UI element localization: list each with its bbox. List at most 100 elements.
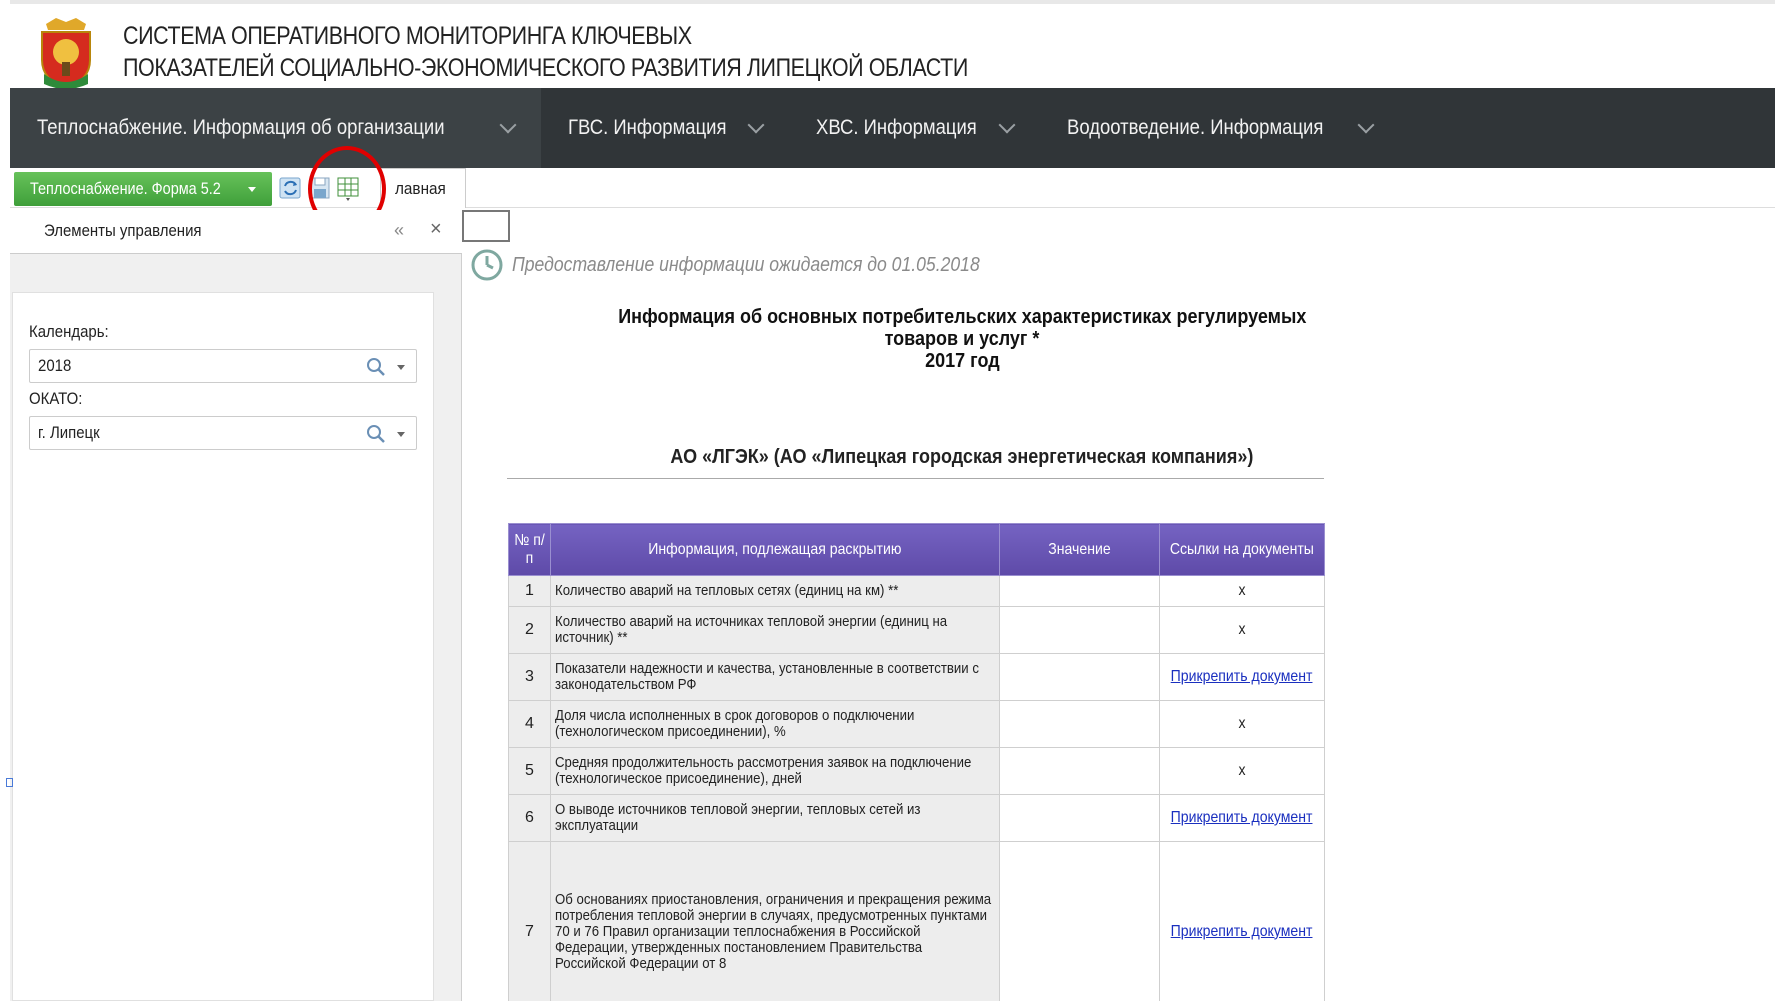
okato-label: ОКАТО: bbox=[29, 389, 83, 408]
column-header-number: № п/п bbox=[508, 523, 551, 576]
column-header-documents: Ссылки на документы bbox=[1159, 523, 1325, 576]
table-row: 3 Показатели надежности и качества, уста… bbox=[508, 653, 1325, 701]
heading-text: Информация об основных потребительских х… bbox=[617, 306, 1307, 328]
table-row: 1 Количество аварий на тепловых сетях (е… bbox=[508, 575, 1325, 607]
table-row: 6 О выводе источников тепловой энергии, … bbox=[508, 794, 1325, 842]
main-content: Предоставление информации ожидается до 0… bbox=[462, 208, 1775, 1001]
org-name-text: АО «ЛГЭК» (АО «Липецкая городская энерге… bbox=[670, 446, 1254, 468]
row-number: 7 bbox=[508, 841, 551, 1001]
table-row: 7 Об основаниях приостановления, огранич… bbox=[508, 841, 1325, 1001]
app-title-line-2: ПОКАЗАТЕЛЕЙ СОЦИАЛЬНО-ЭКОНОМИЧЕСКОГО РАЗ… bbox=[123, 54, 968, 82]
coat-of-arms-icon bbox=[41, 18, 91, 90]
search-icon[interactable] bbox=[366, 357, 386, 377]
dropdown-arrow-icon[interactable] bbox=[397, 432, 405, 437]
app-title-line-1: СИСТЕМА ОПЕРАТИВНОГО МОНИТОРИНГА КЛЮЧЕВЫ… bbox=[123, 22, 692, 50]
attach-document-link[interactable]: Прикрепить документ bbox=[1171, 809, 1313, 827]
nav-item-wastewater-info[interactable]: Водоотведение. Информация bbox=[1040, 88, 1399, 168]
row-value-cell[interactable] bbox=[999, 841, 1161, 1001]
row-documents-cell: Прикрепить документ bbox=[1159, 653, 1325, 701]
caret-down-icon bbox=[248, 187, 256, 192]
dropdown-arrow-icon[interactable] bbox=[397, 365, 405, 370]
chevron-down-icon bbox=[499, 116, 517, 134]
form-selector-dropdown[interactable]: Теплоснабжение. Форма 5.2 bbox=[14, 172, 272, 206]
row-value-cell[interactable] bbox=[999, 747, 1161, 795]
chevron-down-icon bbox=[1357, 116, 1375, 134]
column-header-value: Значение bbox=[999, 523, 1161, 576]
table-row: 2 Количество аварий на источниках теплов… bbox=[508, 606, 1325, 654]
row-info: О выводе источников тепловой энергии, те… bbox=[549, 794, 1001, 842]
row-info: Доля числа исполненных в срок договоров … bbox=[549, 700, 1001, 748]
not-applicable-mark: x bbox=[1238, 582, 1246, 599]
tab-main-label: лавная bbox=[395, 178, 446, 198]
row-documents-cell: x bbox=[1159, 747, 1325, 795]
row-value-cell[interactable] bbox=[999, 794, 1161, 842]
attach-document-link[interactable]: Прикрепить документ bbox=[1171, 923, 1313, 941]
row-documents-cell: Прикрепить документ bbox=[1159, 841, 1325, 1001]
calendar-field[interactable]: 2018 bbox=[29, 349, 417, 383]
column-header-info: Информация, подлежащая раскрытию bbox=[549, 523, 1001, 576]
nav-item-label: Водоотведение. Информация bbox=[1066, 116, 1324, 139]
app-header: СИСТЕМА ОПЕРАТИВНОГО МОНИТОРИНГА КЛЮЧЕВЫ… bbox=[10, 0, 1775, 90]
table-row: 5 Средняя продолжительность рассмотрения… bbox=[508, 747, 1325, 795]
row-value-cell[interactable] bbox=[999, 575, 1161, 607]
nav-item-label: Теплоснабжение. Информация об организаци… bbox=[37, 116, 445, 139]
not-applicable-mark: x bbox=[1238, 762, 1246, 779]
row-value-cell[interactable] bbox=[999, 606, 1161, 654]
report-heading-year: 2017 год bbox=[462, 350, 1462, 373]
tab-main[interactable]: лавная bbox=[380, 168, 466, 208]
nav-item-hot-water-info[interactable]: ГВС. Информация bbox=[541, 88, 789, 168]
controls-panel-body: Календарь: 2018 ОКАТО: г. Липецк bbox=[12, 292, 434, 1001]
row-number: 1 bbox=[508, 575, 551, 607]
nav-item-label: ХВС. Информация bbox=[816, 116, 978, 139]
heading-text: 2017 год bbox=[924, 350, 1000, 372]
row-value-cell[interactable] bbox=[999, 653, 1161, 701]
not-applicable-mark: x bbox=[1238, 621, 1246, 638]
search-icon[interactable] bbox=[366, 424, 386, 444]
controls-panel: Элементы управления « × Календарь: 2018 … bbox=[10, 210, 462, 1001]
okato-field[interactable]: г. Липецк bbox=[29, 416, 417, 450]
calendar-label: Календарь: bbox=[29, 322, 109, 341]
close-panel-icon[interactable]: × bbox=[430, 218, 442, 241]
row-number: 5 bbox=[508, 747, 551, 795]
refresh-icon[interactable] bbox=[278, 174, 304, 202]
row-documents-cell: x bbox=[1159, 606, 1325, 654]
row-documents-cell: Прикрепить документ bbox=[1159, 794, 1325, 842]
not-applicable-mark: x bbox=[1238, 715, 1246, 732]
attach-document-link[interactable]: Прикрепить документ bbox=[1171, 668, 1313, 686]
row-info: Количество аварий на тепловых сетях (еди… bbox=[549, 575, 1001, 607]
nav-item-label: ГВС. Информация bbox=[568, 116, 727, 139]
row-info: Количество аварий на источниках тепловой… bbox=[549, 606, 1001, 654]
collapse-panel-icon[interactable]: « bbox=[394, 220, 404, 241]
splitter-handle[interactable] bbox=[6, 778, 13, 787]
row-info: Об основаниях приостановления, ограничен… bbox=[549, 841, 1001, 1001]
nav-item-cold-water-info[interactable]: ХВС. Информация bbox=[789, 88, 1040, 168]
nav-item-heat-supply-org-info[interactable]: Теплоснабжение. Информация об организаци… bbox=[10, 88, 542, 168]
row-info: Средняя продолжительность рассмотрения з… bbox=[549, 747, 1001, 795]
row-number: 3 bbox=[508, 653, 551, 701]
controls-panel-title: Элементы управления bbox=[44, 221, 202, 240]
row-number: 4 bbox=[508, 700, 551, 748]
sub-toolbar: Теплоснабжение. Форма 5.2 лавная bbox=[10, 168, 1775, 208]
row-number: 2 bbox=[508, 606, 551, 654]
deadline-notice: Предоставление информации ожидается до 0… bbox=[512, 254, 980, 276]
calendar-value: 2018 bbox=[38, 356, 72, 375]
placeholder-box bbox=[462, 210, 510, 242]
row-value-cell[interactable] bbox=[999, 700, 1161, 748]
controls-panel-header: Элементы управления « × bbox=[10, 210, 462, 254]
chevron-down-icon bbox=[747, 116, 765, 134]
okato-value: г. Липецк bbox=[38, 423, 100, 442]
table-header-row: № п/п Информация, подлежащая раскрытию З… bbox=[508, 523, 1325, 576]
top-navigation: Теплоснабжение. Информация об организаци… bbox=[10, 88, 1775, 168]
row-info: Показатели надежности и качества, устано… bbox=[549, 653, 1001, 701]
row-documents-cell: x bbox=[1159, 700, 1325, 748]
row-number: 6 bbox=[508, 794, 551, 842]
table-row: 4 Доля числа исполненных в срок договоро… bbox=[508, 700, 1325, 748]
clock-icon bbox=[471, 249, 503, 281]
form-selector-label: Теплоснабжение. Форма 5.2 bbox=[30, 179, 221, 198]
disclosure-table: № п/п Информация, подлежащая раскрытию З… bbox=[508, 523, 1325, 1001]
row-documents-cell: x bbox=[1159, 575, 1325, 607]
chevron-down-icon bbox=[998, 116, 1016, 134]
report-heading-line-2: товаров и услуг * bbox=[462, 328, 1462, 351]
organization-name: АО «ЛГЭК» (АО «Липецкая городская энерге… bbox=[462, 446, 1462, 469]
report-heading-line-1: Информация об основных потребительских х… bbox=[462, 306, 1462, 329]
